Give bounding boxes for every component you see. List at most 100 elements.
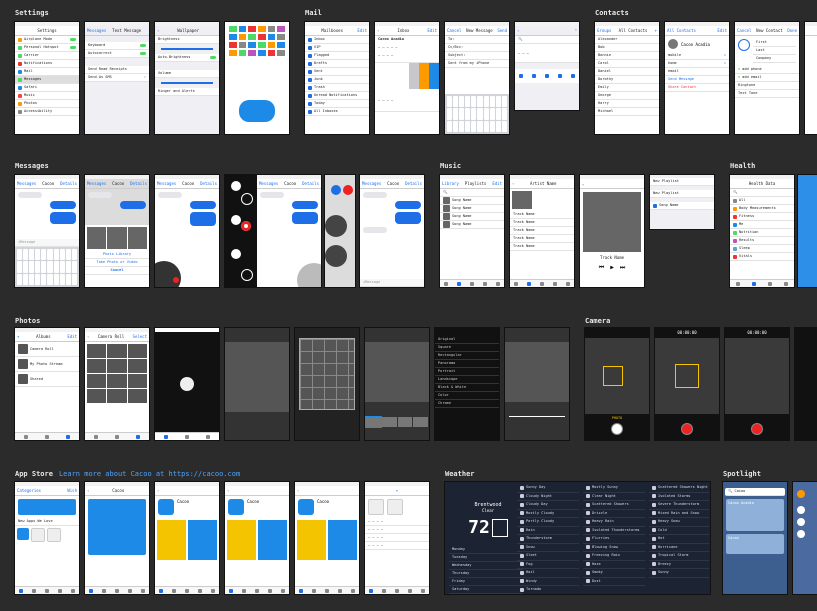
mail-item[interactable]: — — —	[515, 44, 579, 63]
keyboard[interactable]	[445, 94, 509, 134]
play-icon[interactable]	[180, 377, 194, 391]
contact-row[interactable]: Dorothy	[595, 76, 659, 84]
track-row[interactable]: Track Name	[510, 243, 574, 251]
adjust-slider[interactable]	[509, 416, 565, 417]
contact-row[interactable]: Alexander	[595, 36, 659, 44]
track-row[interactable]: Track Name	[510, 211, 574, 219]
settings-row[interactable]: Accessibility	[15, 108, 79, 116]
album-row[interactable]: Camera Roll	[15, 342, 79, 357]
mail-action-icons[interactable]	[515, 69, 579, 83]
mail-swipe-actions[interactable]	[375, 63, 439, 89]
tab-bar[interactable]	[15, 432, 79, 440]
search-field[interactable]: 🔍	[440, 189, 504, 197]
keyboard[interactable]	[15, 247, 79, 287]
song-row[interactable]: Song Name	[440, 221, 504, 229]
mailbox-row[interactable]: Today	[305, 100, 369, 108]
tab-bar[interactable]	[15, 586, 79, 594]
settings-row[interactable]: Autocorrect	[85, 50, 149, 58]
spotlight-result[interactable]: Cacoo Acadia	[726, 499, 784, 531]
contact-row[interactable]: Harry	[595, 100, 659, 108]
contact-row[interactable]: Bob	[595, 44, 659, 52]
mailbox-row[interactable]: Inbox	[305, 36, 369, 44]
text-tone-row[interactable]: Text Tone	[735, 90, 799, 98]
mail-item[interactable]: — — — —	[375, 89, 439, 112]
mailbox-row[interactable]: Trash	[305, 84, 369, 92]
camera-control[interactable]	[297, 263, 321, 287]
health-row[interactable]: Body Measurements	[730, 205, 794, 213]
song-row[interactable]: Song Name	[440, 197, 504, 205]
settings-row[interactable]: Auto-Brightness	[155, 54, 219, 62]
last-name-field[interactable]: Last	[753, 47, 796, 55]
adjust-row[interactable]: Rectangular	[435, 352, 499, 360]
adjust-row[interactable]: Landscape	[435, 376, 499, 384]
add-email-row[interactable]: ⊕ add email	[735, 74, 799, 82]
health-row[interactable]: Sleep	[730, 245, 794, 253]
tab-bar[interactable]	[225, 586, 289, 594]
contact-row[interactable]: Emily	[595, 84, 659, 92]
settings-row[interactable]: Music	[15, 92, 79, 100]
contact-row[interactable]: Carol	[595, 60, 659, 68]
settings-row[interactable]: Keyboard	[85, 42, 149, 50]
first-name-field[interactable]: First	[753, 39, 796, 47]
subject-field[interactable]: Subject:	[445, 52, 509, 60]
mailbox-row[interactable]: Flagged	[305, 52, 369, 60]
health-row[interactable]: Vitals	[730, 253, 794, 261]
contact-row[interactable]: Daniel	[595, 68, 659, 76]
adjust-row[interactable]: Color	[435, 392, 499, 400]
record-button[interactable]	[752, 424, 762, 434]
brightness-slider[interactable]	[161, 48, 213, 50]
add-phone-row[interactable]: ⊕ add phone	[735, 66, 799, 74]
add-photo-button[interactable]	[738, 39, 750, 51]
audio-record-control[interactable]	[155, 261, 181, 287]
volume-slider[interactable]	[161, 82, 213, 84]
shutter-button[interactable]	[612, 424, 622, 434]
cacoo-link[interactable]: Learn more about Cacoo at https://cacoo.…	[59, 470, 240, 478]
list-item[interactable]: — — — —	[365, 542, 429, 550]
company-field[interactable]: Company	[753, 55, 796, 63]
song-row[interactable]: Song Name	[650, 202, 714, 210]
email-row[interactable]: email	[665, 68, 729, 76]
mail-item[interactable]: Cacoo Acadia — — — — — — — — —	[375, 36, 439, 63]
track-row[interactable]: Track Name	[510, 235, 574, 243]
spotlight-search-field[interactable]: 🔍 Cacoo	[725, 488, 785, 496]
health-row[interactable]: Me	[730, 221, 794, 229]
tab-bar[interactable]	[365, 586, 429, 594]
filter-strip[interactable]	[365, 416, 429, 428]
list-item[interactable]: — — — —	[365, 526, 429, 534]
adjust-row[interactable]: Black & White	[435, 384, 499, 392]
list-item[interactable]: — — — —	[365, 518, 429, 526]
contact-row[interactable]: Michael	[595, 108, 659, 116]
record-icon[interactable]	[173, 277, 179, 283]
adjust-row[interactable]: Square	[435, 344, 499, 352]
cc-field[interactable]: Cc/Bcc:	[445, 44, 509, 52]
song-row[interactable]: Song Name	[440, 205, 504, 213]
tab-bar[interactable]	[85, 432, 149, 440]
record-button[interactable]	[682, 424, 692, 434]
settings-row[interactable]: Personal Hotspot	[15, 44, 79, 52]
mailbox-row[interactable]: Sent	[305, 68, 369, 76]
mailbox-row[interactable]: Drafts	[305, 60, 369, 68]
search-field[interactable]: 🔍	[515, 36, 579, 44]
tab-bar[interactable]	[155, 586, 219, 594]
adjust-row[interactable]: Chrome	[435, 400, 499, 408]
playback-controls[interactable]: ⏮ ▶ ⏭	[580, 264, 644, 272]
cancel-button[interactable]: Cancel	[85, 267, 149, 275]
adjust-row[interactable]: Original	[435, 336, 499, 344]
tab-bar[interactable]	[510, 279, 574, 287]
adjust-row[interactable]: Portrait	[435, 368, 499, 376]
settings-row[interactable]: Airplane Mode	[15, 36, 79, 44]
adjust-row[interactable]: Panorama	[435, 360, 499, 368]
mailbox-row[interactable]: VIP	[305, 44, 369, 52]
share-contact-row[interactable]: Share Contact	[665, 84, 729, 92]
health-row[interactable]: Fitness	[730, 213, 794, 221]
photo-grid[interactable]	[85, 342, 149, 405]
settings-row[interactable]: Safari	[15, 84, 79, 92]
phone-row[interactable]: mobile ☏	[665, 52, 729, 60]
track-row[interactable]: Track Name	[510, 219, 574, 227]
new-playlist-row[interactable]: New Playlist	[650, 190, 714, 198]
settings-row[interactable]: Notifications	[15, 60, 79, 68]
tab-bar[interactable]	[85, 586, 149, 594]
ringtone-row[interactable]: Ringtone	[735, 82, 799, 90]
health-row[interactable]: Nutrition	[730, 229, 794, 237]
camera-mode[interactable]: PHOTO	[585, 416, 649, 420]
